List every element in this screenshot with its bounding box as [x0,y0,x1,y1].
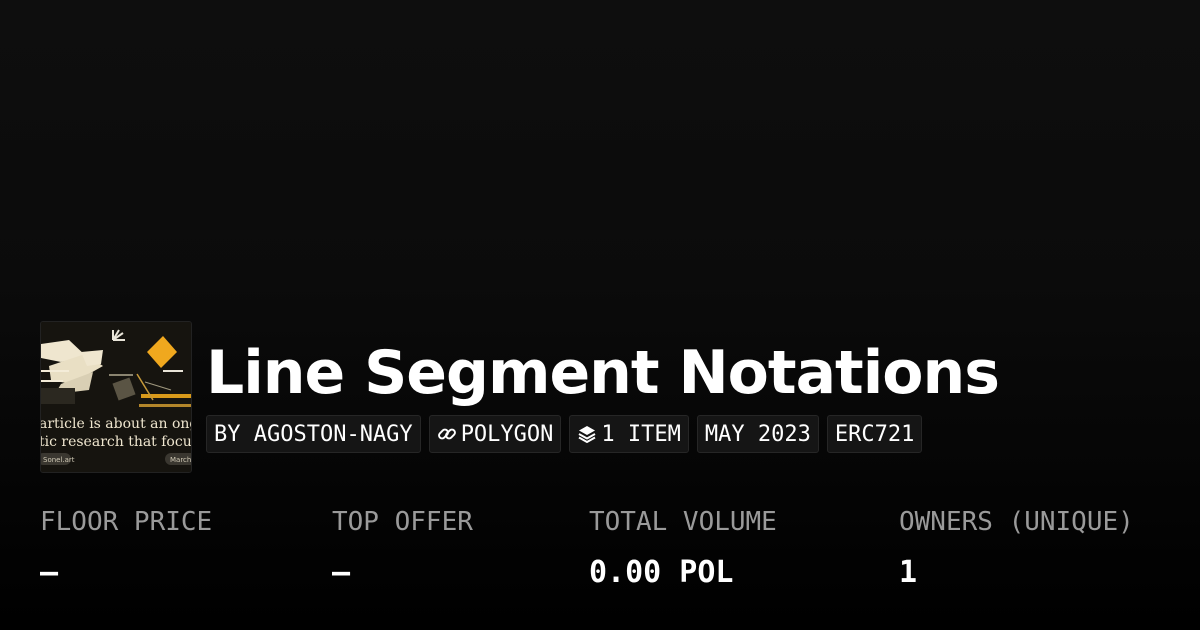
creator-tag[interactable]: BY AGOSTON-NAGY [206,415,421,453]
top-offer-label: TOP OFFER [332,507,473,537]
creator-label: BY AGOSTON-NAGY [214,421,413,447]
date-tag: MAY 2023 [696,415,819,453]
total-volume-stat: TOTAL VOLUME 0.00 POL [589,505,777,591]
svg-text:tic research that focuses o: tic research that focuses o [41,434,191,450]
floor-price-label: FLOOR PRICE [40,507,213,537]
items-tag[interactable]: 1 ITEM [569,415,689,453]
link-icon [437,428,456,440]
svg-text:Sonel.art: Sonel.art [43,456,75,464]
collection-title: Line Segment Notations [206,338,1000,408]
items-label: 1 ITEM [601,421,681,447]
collection-tags: BY AGOSTON-NAGY POLYGON 1 ITEM MAY 2023 … [206,415,923,453]
total-volume-value: 0.00 POL [589,555,734,590]
floor-price-stat: FLOOR PRICE — [40,505,212,591]
chain-tag[interactable]: POLYGON [428,415,562,453]
top-offer-stat: TOP OFFER — [332,505,473,591]
standard-tag: ERC721 [826,415,923,453]
chain-label: POLYGON [460,421,554,447]
owners-label: OWNERS (UNIQUE) [899,507,1134,537]
total-volume-label: TOTAL VOLUME [589,507,777,537]
svg-text:article is about an ongoin: article is about an ongoin [41,416,191,432]
collection-thumbnail: article is about an ongoin tic research … [40,321,192,473]
standard-label: ERC721 [834,421,915,447]
owners-stat: OWNERS (UNIQUE) 1 [899,505,1134,591]
owners-value: 1 [899,555,918,590]
floor-price-value: — [40,555,59,590]
thumbnail-artwork: article is about an ongoin tic research … [41,322,191,472]
layers-icon [578,426,596,443]
svg-text:March: March [170,456,191,464]
date-label: MAY 2023 [704,421,811,447]
top-offer-value: — [332,555,351,590]
